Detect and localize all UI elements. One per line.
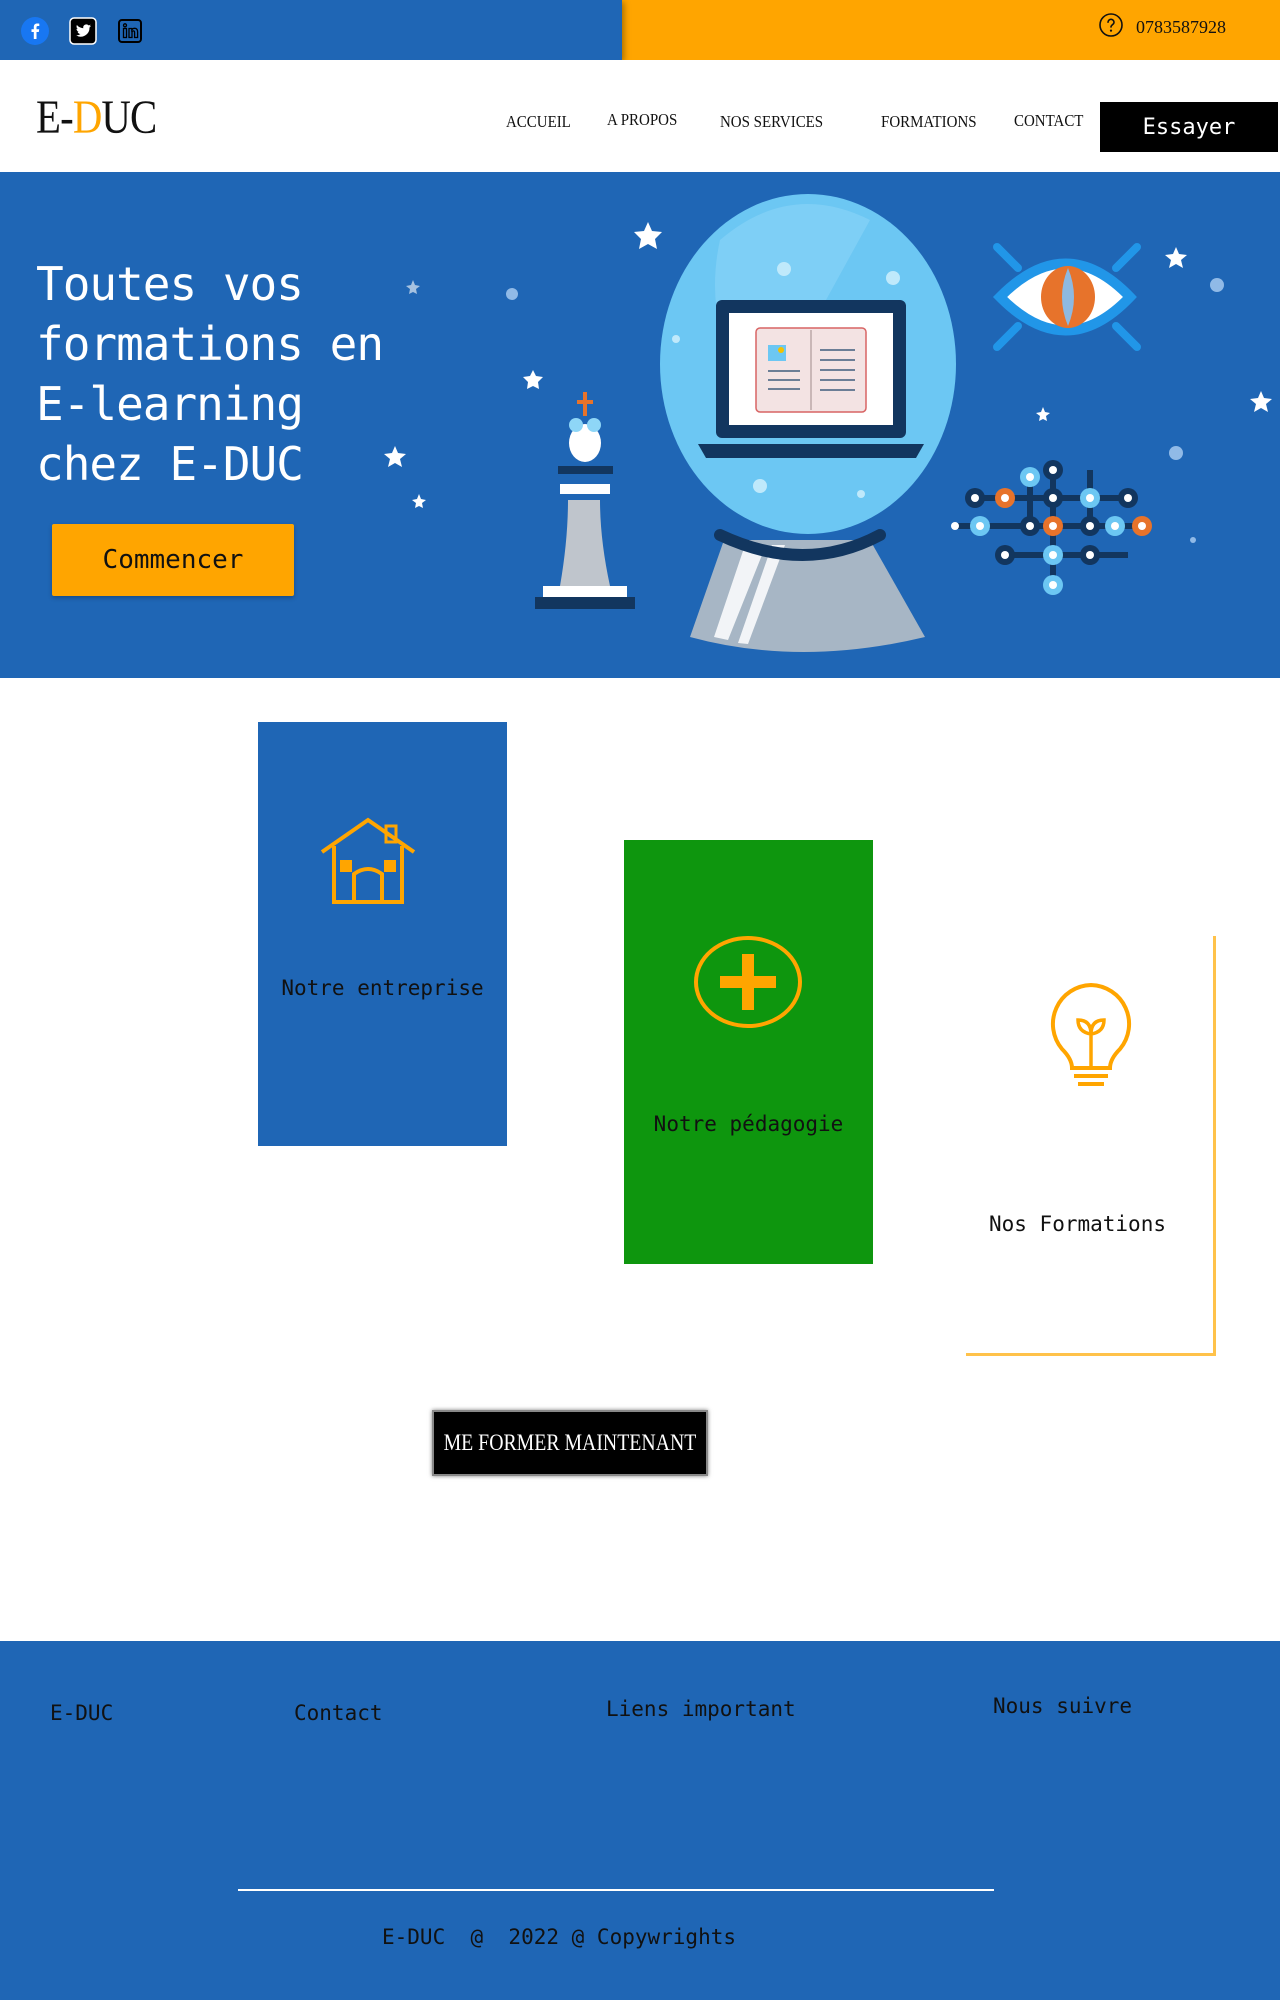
nav-a-propos[interactable]: A PROPOS [607,110,677,130]
card-formations[interactable]: Nos Formations [966,936,1216,1356]
linkedin-icon[interactable] [115,16,145,46]
hero-banner: Toutes vos formations en E-learning chez… [0,172,1280,678]
card-label: Nos Formations [988,1212,1166,1236]
top-bar: 0783587928 [0,0,1280,60]
twitter-icon[interactable] [68,16,98,46]
logo-prefix: E- [36,91,74,144]
start-button[interactable]: Commencer [52,524,294,596]
footer-col-contact: Contact [294,1701,383,1725]
footer-col-brand: E-DUC [50,1701,114,1725]
logo-suffix: UC [101,91,157,144]
train-now-button[interactable]: ME FORMER MAINTENANT [432,1410,708,1476]
nav-accueil[interactable]: ACCUEIL [506,112,571,132]
logo-accent: D [72,91,102,144]
help-circle-icon [1098,12,1124,42]
nav-nos-services[interactable]: NOS SERVICES [720,112,823,132]
copyright: E-DUC @ 2022 @ Copywrights [382,1925,737,1949]
card-pedagogie[interactable]: Notre pédagogie [624,840,873,1264]
footer: E-DUC Contact Liens important Nous suivr… [0,1641,1280,2000]
phone-number[interactable]: 0783587928 [1136,17,1226,38]
footer-col-links: Liens important [606,1697,796,1721]
logo[interactable]: E-DUC [36,90,157,145]
social-bar [0,0,622,60]
card-label: Notre entreprise [281,976,484,1000]
nav-contact[interactable]: CONTACT [1014,111,1083,131]
train-now-label: ME FORMER MAINTENANT [443,1430,697,1455]
card-label: Notre pédagogie [653,1112,844,1136]
hero-illustration [384,194,1272,652]
facebook-icon[interactable] [20,16,50,46]
lightbulb-icon [1048,982,1134,1092]
eye-graphic [992,243,1141,351]
house-icon [320,816,416,910]
chess-piece [535,597,635,609]
footer-col-follow: Nous suivre [993,1694,1133,1718]
card-entreprise[interactable]: Notre entreprise [258,722,507,1146]
phone-contact: 0783587928 [1098,12,1226,42]
plus-circle-icon [693,934,803,1034]
nav-formations[interactable]: FORMATIONS [881,112,977,132]
network-graphic [951,460,1152,595]
main-header: E-DUC ACCUEIL A PROPOS NOS SERVICES FORM… [0,60,1280,172]
footer-divider [238,1889,994,1891]
try-button[interactable]: Essayer [1100,102,1278,152]
